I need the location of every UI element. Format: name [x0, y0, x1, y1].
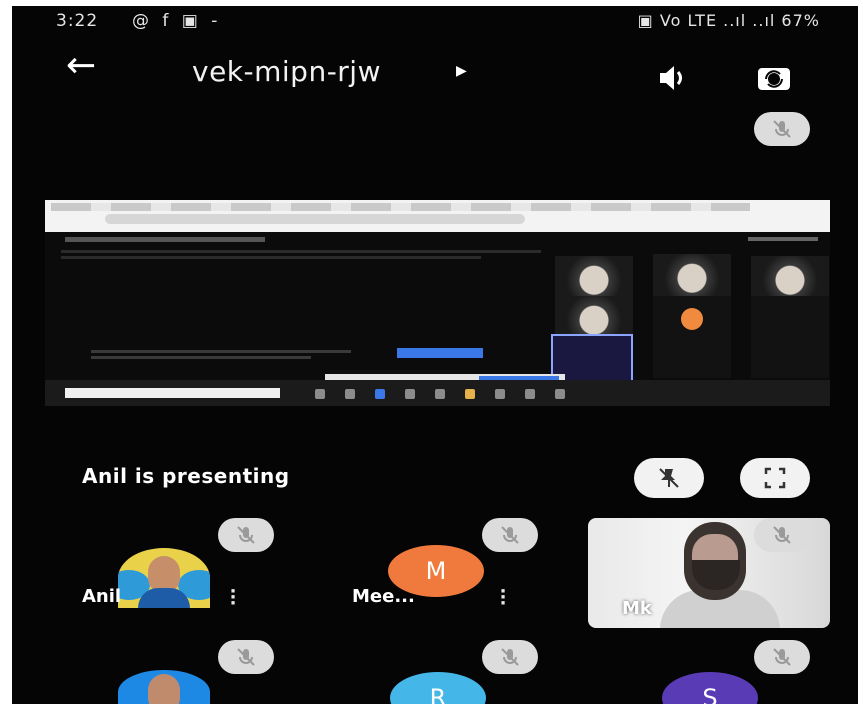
avatar: R	[390, 672, 486, 704]
mic-off-icon	[754, 112, 810, 146]
browser-chrome	[45, 200, 830, 232]
meet-screen: 3:22 @ f ▣ - ▣ Vo LTE ..ıl ..ıl 67% ← ve…	[12, 6, 858, 704]
more-vertical-icon[interactable]: · · ·	[228, 583, 238, 613]
shared-screen[interactable]	[45, 200, 830, 406]
mic-off-icon	[754, 640, 810, 674]
mic-off-icon	[482, 518, 538, 552]
mic-off-icon	[482, 640, 538, 674]
back-arrow-icon[interactable]: ←	[66, 46, 96, 86]
avatar	[118, 548, 210, 608]
meeting-code[interactable]: vek-mipn-rjw	[192, 55, 381, 88]
presenting-label: Anil is presenting	[82, 464, 290, 488]
camera-switch-icon[interactable]	[750, 58, 798, 98]
status-indicators: ▣ Vo LTE ..ıl ..ıl 67%	[637, 11, 820, 30]
mic-off-icon	[218, 640, 274, 674]
avatar	[118, 670, 210, 704]
status-bar: 3:22 @ f ▣ - ▣ Vo LTE ..ıl ..ıl 67%	[12, 6, 858, 46]
participant-name: Anil	[82, 586, 122, 607]
fullscreen-icon[interactable]	[740, 458, 810, 498]
participant-name: Mk	[622, 598, 652, 619]
caret-right-icon[interactable]: ▶	[456, 63, 467, 79]
mic-off-icon	[218, 518, 274, 552]
participant-name: Mee...	[352, 586, 415, 607]
mic-off-icon	[754, 518, 810, 552]
more-vertical-icon[interactable]: · · ·	[498, 583, 508, 613]
notification-icons: @ f ▣ -	[132, 11, 222, 31]
avatar: S	[662, 672, 758, 704]
status-time: 3:22	[56, 11, 99, 31]
pin-off-icon[interactable]	[634, 458, 704, 498]
speaker-icon[interactable]	[646, 58, 694, 98]
